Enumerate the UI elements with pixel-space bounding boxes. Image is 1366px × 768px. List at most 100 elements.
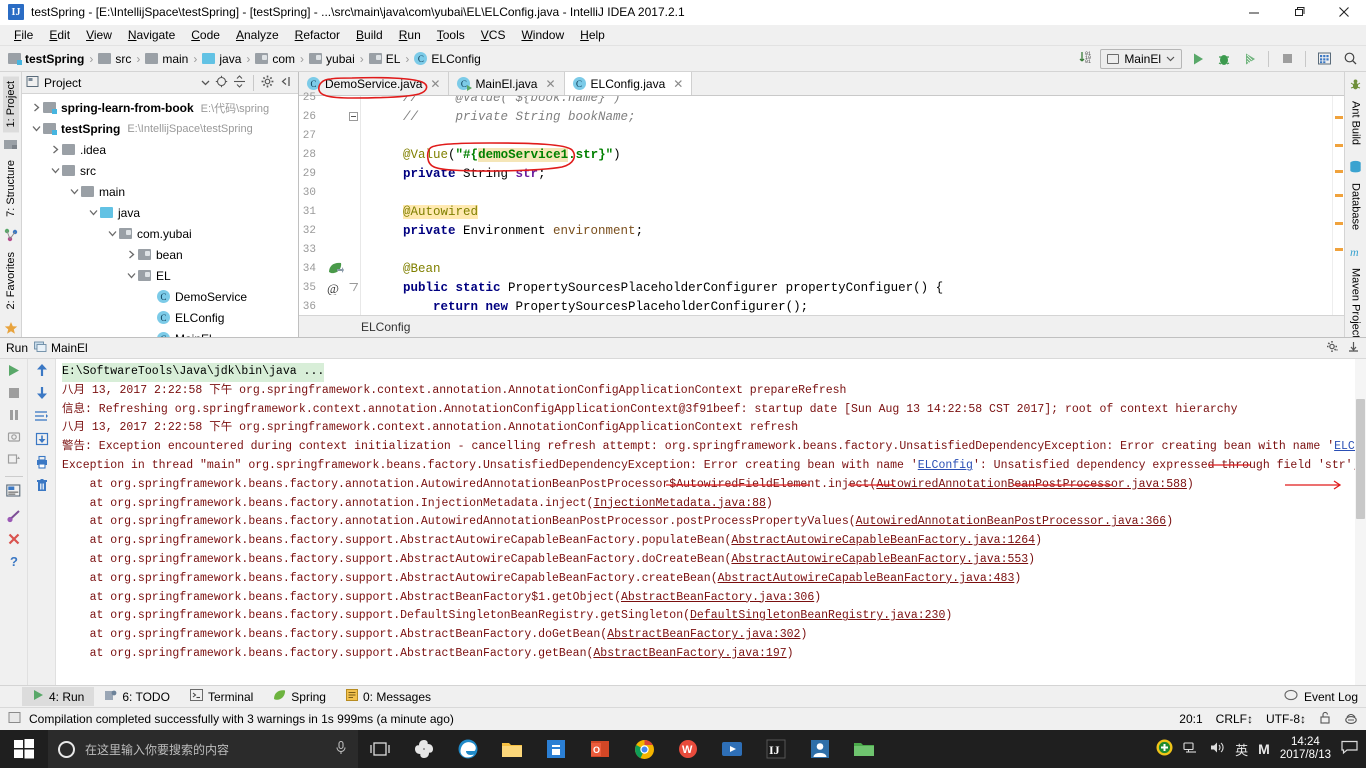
fold-region-icon[interactable] bbox=[349, 283, 359, 296]
taskbar-wps-icon[interactable]: W bbox=[666, 730, 710, 768]
console-line[interactable]: at org.springframework.beans.factory.ann… bbox=[62, 513, 1174, 532]
menu-item-build[interactable]: Build bbox=[348, 26, 391, 44]
project-tree[interactable]: spring-learn-from-book E:\代码\spring testSp… bbox=[22, 94, 298, 337]
stacktrace-link[interactable]: InjectionMetadata.java:88 bbox=[593, 497, 766, 510]
menu-item-file[interactable]: File bbox=[6, 26, 41, 44]
tree-node[interactable]: com.yubai bbox=[22, 223, 298, 244]
bottom-tab-spring[interactable]: Spring bbox=[263, 687, 336, 706]
tree-expander[interactable] bbox=[87, 208, 100, 217]
fold-collapse-icon[interactable] bbox=[349, 112, 358, 125]
sidebar-item-favorites[interactable]: 2: Favorites bbox=[3, 247, 19, 314]
chevron-down-icon[interactable] bbox=[201, 76, 210, 90]
bottom-tab-terminal[interactable]: Terminal bbox=[180, 687, 263, 706]
breadcrumb-item-el[interactable]: EL bbox=[367, 52, 403, 66]
breadcrumb-item-main[interactable]: main bbox=[143, 52, 190, 66]
action-center-icon[interactable] bbox=[1341, 740, 1358, 758]
menu-item-navigate[interactable]: Navigate bbox=[120, 26, 183, 44]
stacktrace-link[interactable]: AbstractBeanFactory.java:197 bbox=[593, 647, 786, 660]
console-icon[interactable] bbox=[6, 484, 21, 500]
sidebar-item-project[interactable]: 1: Project bbox=[2, 76, 19, 133]
taskbar-office-icon[interactable]: O bbox=[578, 730, 622, 768]
hide-panel-icon[interactable] bbox=[1347, 340, 1360, 356]
bottom-tab-6--todo[interactable]: 6: TODO bbox=[94, 687, 180, 706]
stacktrace-link[interactable]: AbstractAutowireCapableBeanFactory.java:… bbox=[731, 534, 1035, 547]
console-output[interactable]: at org.springframework.beans.factory.sup… bbox=[56, 359, 1366, 685]
stacktrace-link[interactable]: AutowiredAnnotationBeanPostProcessor.jav… bbox=[876, 478, 1187, 491]
console-line[interactable]: at org.springframework.beans.factory.sup… bbox=[62, 570, 1022, 589]
scroll-down-icon[interactable] bbox=[35, 386, 49, 403]
taskbar-clock[interactable]: 14:24 2017/8/13 bbox=[1280, 736, 1331, 762]
chevron-down-icon[interactable] bbox=[1166, 52, 1175, 66]
tree-node[interactable]: C DemoService bbox=[22, 286, 298, 307]
editor-gutter[interactable]: 25 26 27 28 29 30 31 32 33 34 35 36 @ bbox=[299, 92, 361, 315]
sidebar-item-database[interactable]: Database bbox=[1348, 180, 1364, 233]
restore-icon[interactable] bbox=[1276, 0, 1321, 25]
breadcrumb-item-testspring[interactable]: testSpring bbox=[6, 52, 86, 66]
caret-position[interactable]: 20:1 bbox=[1179, 712, 1202, 726]
clear-all-icon[interactable] bbox=[35, 478, 49, 495]
bean-name-link[interactable]: ELConfig bbox=[918, 459, 973, 472]
run-panel-tab[interactable]: MainEl bbox=[34, 341, 88, 355]
menu-item-vcs[interactable]: VCS bbox=[473, 26, 514, 44]
tree-expander[interactable] bbox=[68, 187, 81, 196]
tree-node[interactable]: C ELConfig bbox=[22, 307, 298, 328]
rerun-icon[interactable] bbox=[6, 363, 21, 381]
event-log-button[interactable]: Event Log bbox=[1284, 689, 1366, 705]
tree-node[interactable]: .idea bbox=[22, 139, 298, 160]
pin-icon[interactable] bbox=[6, 509, 21, 527]
bottom-tab-0--messages[interactable]: 0: Messages bbox=[336, 687, 441, 706]
editor-tab-mainel-java[interactable]: C MainEl.java ✕ bbox=[449, 72, 565, 95]
menu-item-tools[interactable]: Tools bbox=[429, 26, 473, 44]
taskbar-cortana-pinwheel-icon[interactable] bbox=[402, 730, 446, 768]
bean-gutter-icon[interactable] bbox=[327, 261, 344, 281]
tree-expander[interactable] bbox=[106, 229, 119, 238]
microphone-icon[interactable] bbox=[334, 740, 348, 759]
menu-item-help[interactable]: Help bbox=[572, 26, 613, 44]
settings-gear-icon[interactable] bbox=[261, 75, 274, 91]
debug-icon[interactable] bbox=[1214, 49, 1234, 69]
taskbar-edge-icon[interactable] bbox=[446, 730, 490, 768]
hide-panel-icon[interactable] bbox=[279, 75, 292, 91]
stacktrace-link[interactable]: AbstractBeanFactory.java:302 bbox=[607, 628, 800, 641]
menu-item-run[interactable]: Run bbox=[391, 26, 429, 44]
console-line[interactable]: at org.springframework.beans.factory.ann… bbox=[62, 476, 1194, 495]
menu-item-analyze[interactable]: Analyze bbox=[228, 26, 287, 44]
console-line[interactable]: at org.springframework.beans.factory.sup… bbox=[62, 589, 822, 608]
close-icon[interactable] bbox=[1321, 0, 1366, 25]
tree-node[interactable]: CMainEl bbox=[22, 328, 298, 337]
tree-node[interactable]: EL bbox=[22, 265, 298, 286]
taskbar-search-input[interactable]: 在这里输入你要搜索的内容 bbox=[48, 730, 358, 768]
windows-start-icon[interactable] bbox=[0, 730, 48, 768]
stacktrace-link[interactable]: AbstractBeanFactory.java:306 bbox=[621, 591, 814, 604]
unlocked-icon[interactable] bbox=[1319, 711, 1331, 727]
update-project-icon[interactable] bbox=[1314, 49, 1334, 69]
ime-mode-icon[interactable]: M bbox=[1258, 741, 1270, 757]
network-icon[interactable] bbox=[1183, 740, 1199, 758]
breadcrumb-item-elconfig[interactable]: C ELConfig bbox=[412, 52, 482, 66]
breadcrumb-item-java[interactable]: java bbox=[200, 52, 243, 66]
close-tab-icon[interactable]: ✕ bbox=[545, 77, 555, 91]
console-scrollbar[interactable] bbox=[1355, 359, 1366, 685]
hector-icon[interactable] bbox=[1344, 711, 1358, 727]
menu-item-refactor[interactable]: Refactor bbox=[287, 26, 348, 44]
stacktrace-link[interactable]: AutowiredAnnotationBeanPostProcessor.jav… bbox=[856, 515, 1167, 528]
console-line[interactable]: at org.springframework.beans.factory.ann… bbox=[62, 495, 773, 514]
taskbar-video-icon[interactable] bbox=[710, 730, 754, 768]
taskbar-person-icon[interactable] bbox=[798, 730, 842, 768]
menu-item-edit[interactable]: Edit bbox=[41, 26, 78, 44]
run-with-coverage-icon[interactable] bbox=[1240, 49, 1260, 69]
tree-expander[interactable] bbox=[49, 145, 62, 154]
menu-item-view[interactable]: View bbox=[78, 26, 120, 44]
close-tab-icon[interactable]: ✕ bbox=[673, 77, 683, 91]
settings-gear-icon[interactable] bbox=[1326, 340, 1339, 356]
tree-node[interactable]: bean bbox=[22, 244, 298, 265]
minimize-icon[interactable] bbox=[1231, 0, 1276, 25]
tree-expander[interactable] bbox=[30, 124, 43, 133]
soft-wrap-icon[interactable] bbox=[34, 409, 49, 426]
volume-icon[interactable] bbox=[1209, 740, 1225, 758]
run-configuration-selector[interactable]: MainEl bbox=[1100, 48, 1182, 69]
console-line[interactable]: at org.springframework.beans.factory.sup… bbox=[62, 532, 1042, 551]
tree-expander[interactable] bbox=[125, 250, 138, 259]
editor-tab-elconfig-java[interactable]: C ELConfig.java ✕ bbox=[564, 72, 693, 95]
console-line[interactable]: at org.springframework.beans.factory.sup… bbox=[62, 645, 794, 664]
